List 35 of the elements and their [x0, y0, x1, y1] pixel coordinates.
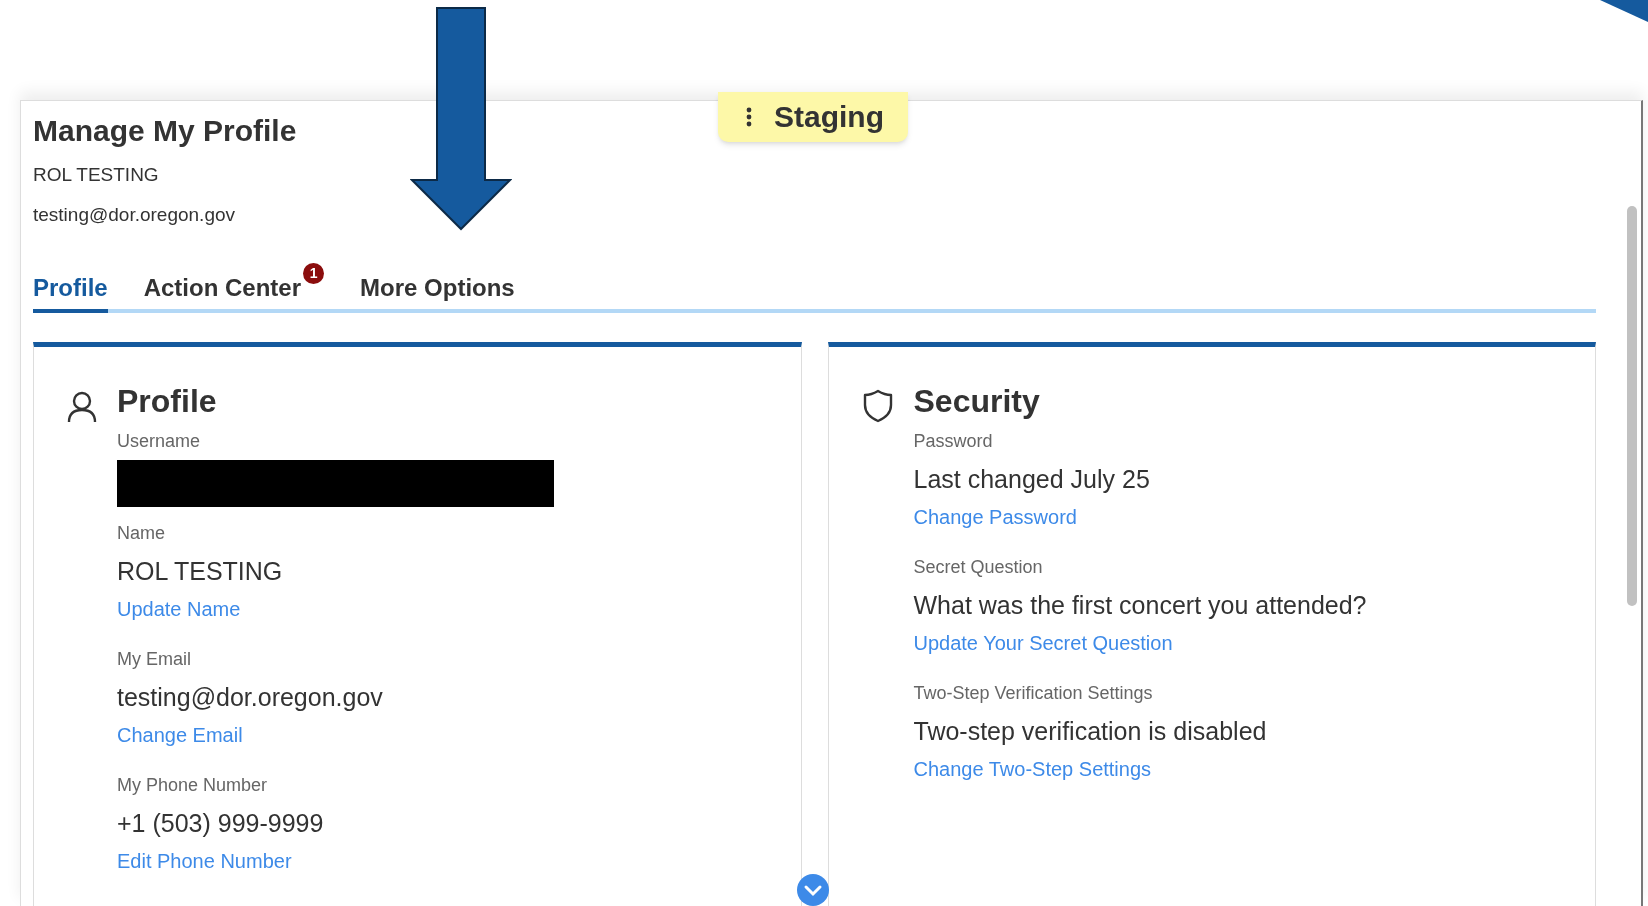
page-title: Manage My Profile [33, 113, 297, 149]
field-label: Name [117, 522, 165, 545]
field-label: Username [117, 430, 201, 453]
link[interactable]: Change Password [913, 503, 1077, 531]
field-value: What was the first concert you attended? [913, 590, 1367, 621]
link[interactable]: Change Two-Step Settings [913, 755, 1152, 783]
user-name: ROL TESTING [33, 163, 159, 187]
card-title: Security [913, 382, 1040, 421]
scrollbar-thumb[interactable] [1627, 206, 1637, 606]
link[interactable]: Update Your Secret Question [913, 629, 1173, 657]
field-value: Two-step verification is disabled [913, 716, 1267, 747]
field-label: Password [913, 430, 993, 453]
field-value: Last changed July 25 [913, 464, 1150, 495]
field-value: ROL TESTING [117, 556, 283, 587]
tab[interactable]: More Options [360, 273, 515, 313]
link[interactable]: Edit Phone Number [117, 847, 292, 875]
user-email: testing@dor.oregon.gov [33, 203, 236, 227]
field-label: Secret Question [913, 556, 1043, 579]
link[interactable]: Update Name [117, 595, 241, 623]
badge-label: Staging [774, 99, 884, 135]
field-value: testing@dor.oregon.gov [117, 682, 383, 713]
notification-badge: 1 [303, 263, 325, 284]
field-label: Two-Step Verification Settings [913, 682, 1153, 705]
more-icon[interactable] [746, 107, 752, 127]
corner-shape [1600, 0, 1648, 22]
field-label: My Email [117, 648, 191, 671]
field-label: My Phone Number [117, 774, 268, 797]
person-icon [67, 391, 97, 423]
card-title: Profile [117, 382, 217, 421]
tab[interactable]: Profile [33, 273, 108, 313]
tab[interactable]: Action Center [143, 273, 302, 313]
link[interactable]: Change Email [117, 721, 243, 749]
scroll-down-button[interactable] [796, 873, 830, 906]
field-value: +1 (503) 999-9999 [117, 808, 324, 839]
shield-icon [861, 389, 894, 423]
